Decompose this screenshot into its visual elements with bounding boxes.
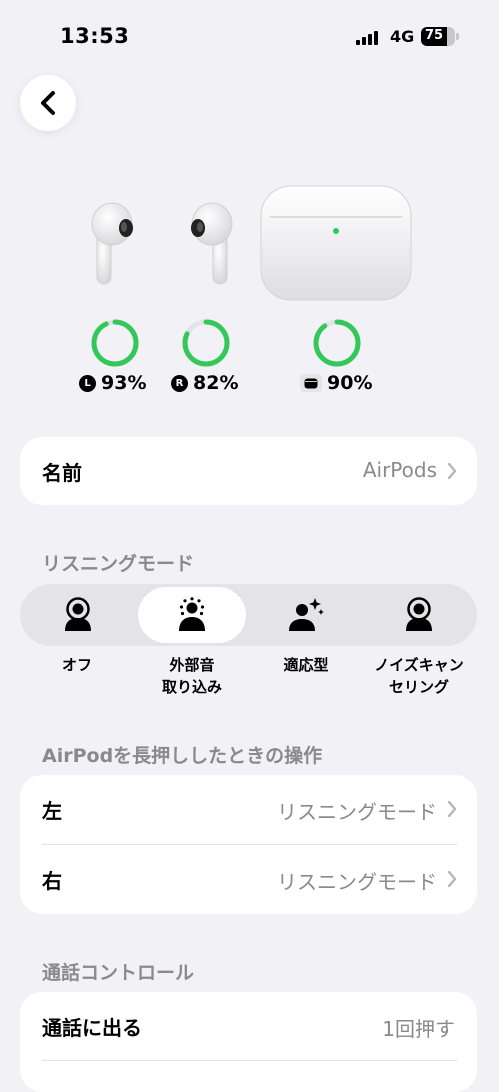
chevron-left-icon <box>41 91 55 115</box>
mode-off-label: オフ <box>61 656 92 674</box>
network-type: 4G <box>390 27 415 46</box>
left-badge: L <box>79 374 96 392</box>
mode-noise-cancel-button[interactable] <box>365 587 473 643</box>
press-hold-card: 左 リスニングモード 右 リスニングモード <box>20 775 477 914</box>
listening-mode-control <box>20 584 477 646</box>
status-time: 13:53 <box>60 24 130 48</box>
answer-call-row[interactable]: 通話に出る 1回押す <box>20 992 477 1060</box>
mode-noise-cancel-label: ノイズキャン セリング <box>374 656 464 696</box>
status-bar: 13:53 4G 75 <box>0 0 499 70</box>
press-hold-left-label: 左 <box>42 799 62 823</box>
case-battery-label: 90% <box>300 372 372 394</box>
name-label: 名前 <box>42 461 82 485</box>
right-battery-label: R 82% <box>171 372 238 394</box>
case-battery-percent: 90% <box>327 372 373 394</box>
battery-icon: 75 <box>421 27 455 46</box>
person-transparency-icon <box>179 597 205 631</box>
right-battery-percent: 82% <box>193 372 239 394</box>
mode-transparency-label: 外部音 取り込み <box>161 656 222 696</box>
mode-adaptive-label: 適応型 <box>283 656 329 674</box>
back-button[interactable] <box>20 75 76 131</box>
answer-call-label: 通話に出る <box>42 1016 142 1040</box>
chevron-right-icon <box>447 462 457 480</box>
chevron-right-icon <box>447 800 457 818</box>
charging-case-image <box>260 185 412 301</box>
case-battery-ring <box>313 319 361 367</box>
battery-percent: 75 <box>425 28 444 43</box>
call-controls-card: 通話に出る 1回押す <box>20 992 477 1092</box>
call-controls-title: 通話コントロール <box>42 962 195 984</box>
answer-call-value: 1回押す <box>382 1017 455 1041</box>
listening-mode-title: リスニングモード <box>42 553 195 575</box>
name-row[interactable]: 名前 AirPods <box>20 437 477 505</box>
battery-tip <box>456 33 459 40</box>
press-hold-left-row[interactable]: 左 リスニングモード <box>20 775 477 843</box>
cellular-signal-icon <box>356 31 378 45</box>
press-hold-left-value: リスニングモード <box>277 800 437 824</box>
person-noise-cancel-icon <box>406 597 432 631</box>
person-off-icon <box>65 597 91 631</box>
right-airpod-image <box>191 202 233 285</box>
mode-adaptive-button[interactable] <box>252 587 360 643</box>
press-hold-right-value: リスニングモード <box>277 870 437 894</box>
row-divider <box>42 1060 457 1061</box>
left-battery-percent: 93% <box>101 372 147 394</box>
right-battery-ring <box>182 319 230 367</box>
name-value: AirPods <box>362 458 437 482</box>
press-hold-right-row[interactable]: 右 リスニングモード <box>20 845 477 913</box>
press-hold-title: AirPodを長押ししたときの操作 <box>42 745 323 767</box>
right-badge: R <box>171 374 188 392</box>
press-hold-right-label: 右 <box>42 869 62 893</box>
left-airpod-image <box>91 202 133 285</box>
left-battery-ring <box>91 319 139 367</box>
name-card: 名前 AirPods <box>20 437 477 505</box>
mode-transparency-button[interactable] <box>138 587 246 643</box>
case-icon <box>300 374 322 392</box>
chevron-right-icon <box>447 870 457 888</box>
person-adaptive-icon <box>289 598 324 631</box>
mode-off-button[interactable] <box>24 587 132 643</box>
left-battery-label: L 93% <box>79 372 146 394</box>
